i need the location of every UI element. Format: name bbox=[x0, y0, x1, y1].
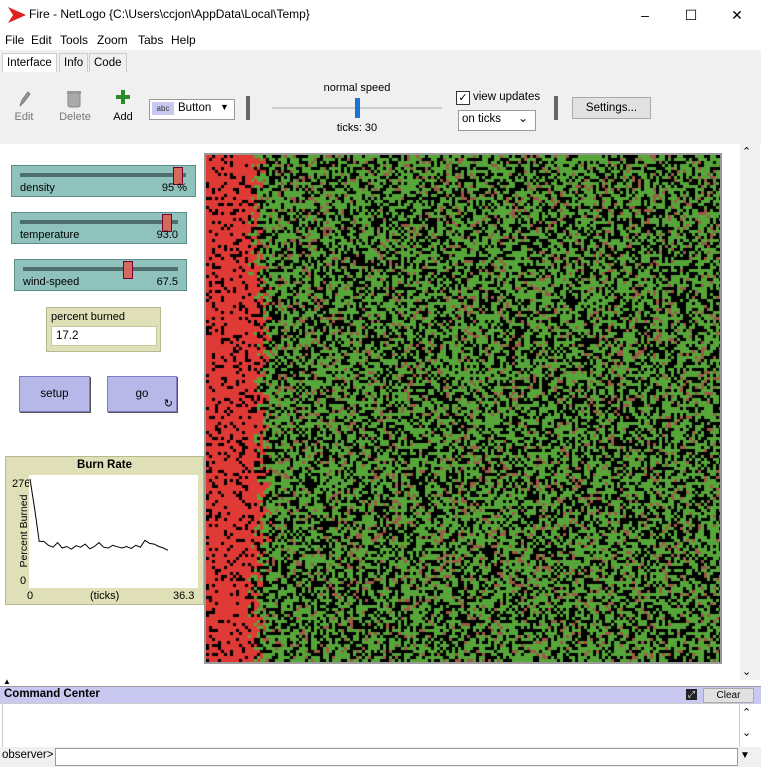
setup-button[interactable]: setup bbox=[19, 376, 90, 412]
monitor-label: percent burned bbox=[51, 311, 125, 323]
menu-edit[interactable]: Edit bbox=[31, 33, 52, 47]
delete-button[interactable]: Delete bbox=[55, 111, 95, 123]
toolbar-separator bbox=[554, 96, 558, 120]
plot-burn-rate: Burn Rate 276 0 Percent Burned 0 (ticks)… bbox=[5, 456, 204, 605]
netlogo-logo-icon bbox=[8, 7, 26, 23]
menu-tabs[interactable]: Tabs bbox=[138, 33, 163, 47]
slider-value: 67.5 bbox=[156, 276, 178, 288]
scroll-up-icon[interactable]: ⌃ bbox=[742, 706, 751, 719]
interface-scrollbar[interactable] bbox=[740, 144, 760, 680]
slider-wind-speed[interactable]: wind-speed 67.5 bbox=[14, 259, 187, 291]
agent-type-selector[interactable]: observer> bbox=[2, 749, 53, 761]
slider-track bbox=[20, 220, 178, 224]
forever-icon: ↻ bbox=[163, 398, 173, 410]
update-mode-value: on ticks bbox=[462, 113, 501, 125]
world-view[interactable] bbox=[204, 153, 722, 664]
scroll-down-icon[interactable]: ⌄ bbox=[742, 726, 751, 739]
slider-track bbox=[23, 267, 178, 271]
maximize-button[interactable]: ☐ bbox=[668, 0, 714, 30]
clear-button[interactable]: Clear bbox=[703, 688, 754, 703]
plot-title: Burn Rate bbox=[77, 459, 132, 471]
command-input[interactable] bbox=[55, 748, 738, 766]
tab-code[interactable]: Code bbox=[89, 53, 127, 72]
edit-button[interactable]: Edit bbox=[6, 111, 42, 123]
add-plus-icon bbox=[116, 90, 130, 104]
expand-icon[interactable]: ⤢ bbox=[686, 689, 697, 700]
plot-ymax: 276 bbox=[12, 478, 31, 490]
close-button[interactable]: ✕ bbox=[714, 0, 760, 30]
scroll-up-icon[interactable]: ⌃ bbox=[742, 145, 751, 158]
go-label: go bbox=[135, 388, 149, 400]
ticks-counter: ticks: 30 bbox=[336, 122, 378, 134]
plot-canvas bbox=[29, 475, 198, 588]
plot-xlabel: (ticks) bbox=[90, 590, 120, 602]
trash-icon bbox=[67, 91, 81, 108]
scroll-down-icon[interactable]: ⌄ bbox=[742, 665, 751, 678]
monitor-percent-burned: percent burned 17.2 bbox=[46, 307, 161, 352]
speed-slider-thumb[interactable] bbox=[355, 98, 360, 118]
command-center-header bbox=[0, 686, 761, 704]
command-center-title: Command Center bbox=[4, 688, 100, 700]
tab-info[interactable]: Info bbox=[59, 53, 89, 72]
widget-type-value: Button bbox=[178, 102, 212, 114]
slider-name: temperature bbox=[20, 229, 80, 241]
menu-help[interactable]: Help bbox=[171, 33, 196, 47]
slider-density[interactable]: density 95 % bbox=[11, 165, 196, 197]
plot-background bbox=[29, 475, 198, 588]
slider-value: 93.0 bbox=[156, 229, 178, 241]
world-canvas bbox=[206, 155, 720, 662]
window-title: Fire - NetLogo {C:\Users\ccjon\AppData\L… bbox=[29, 7, 310, 21]
button-widget-icon: abc bbox=[152, 102, 174, 115]
add-button[interactable]: Add bbox=[105, 111, 141, 123]
slider-name: density bbox=[20, 182, 55, 194]
view-updates-checkbox[interactable]: ✓ bbox=[456, 91, 470, 105]
go-button[interactable]: go ↻ bbox=[107, 376, 177, 412]
speed-label: normal speed bbox=[323, 82, 391, 94]
menu-zoom[interactable]: Zoom bbox=[97, 33, 128, 47]
slider-name: wind-speed bbox=[23, 276, 80, 288]
slider-temperature[interactable]: temperature 93.0 bbox=[11, 212, 187, 244]
pencil-icon bbox=[19, 91, 31, 107]
menu-file[interactable]: File bbox=[5, 33, 24, 47]
slider-track bbox=[20, 173, 186, 177]
monitor-value: 17.2 bbox=[51, 326, 157, 346]
tab-interface[interactable]: Interface bbox=[2, 53, 57, 73]
command-output bbox=[2, 703, 740, 749]
toolbar-separator bbox=[246, 96, 250, 120]
slider-knob[interactable] bbox=[122, 261, 133, 279]
minimize-button[interactable]: – bbox=[622, 0, 668, 30]
settings-button[interactable]: Settings... bbox=[572, 97, 651, 119]
menu-tools[interactable]: Tools bbox=[60, 33, 88, 47]
chevron-down-icon: ⌄ bbox=[518, 111, 529, 125]
plot-xmin: 0 bbox=[27, 590, 34, 602]
plot-ymin: 0 bbox=[20, 575, 27, 587]
history-dropdown-icon[interactable]: ▼ bbox=[740, 750, 750, 761]
view-updates-label: view updates bbox=[473, 91, 541, 103]
chevron-down-icon: ▼ bbox=[220, 102, 229, 112]
slider-value: 95 % bbox=[161, 182, 187, 194]
plot-xmax: 36.3 bbox=[173, 590, 195, 602]
